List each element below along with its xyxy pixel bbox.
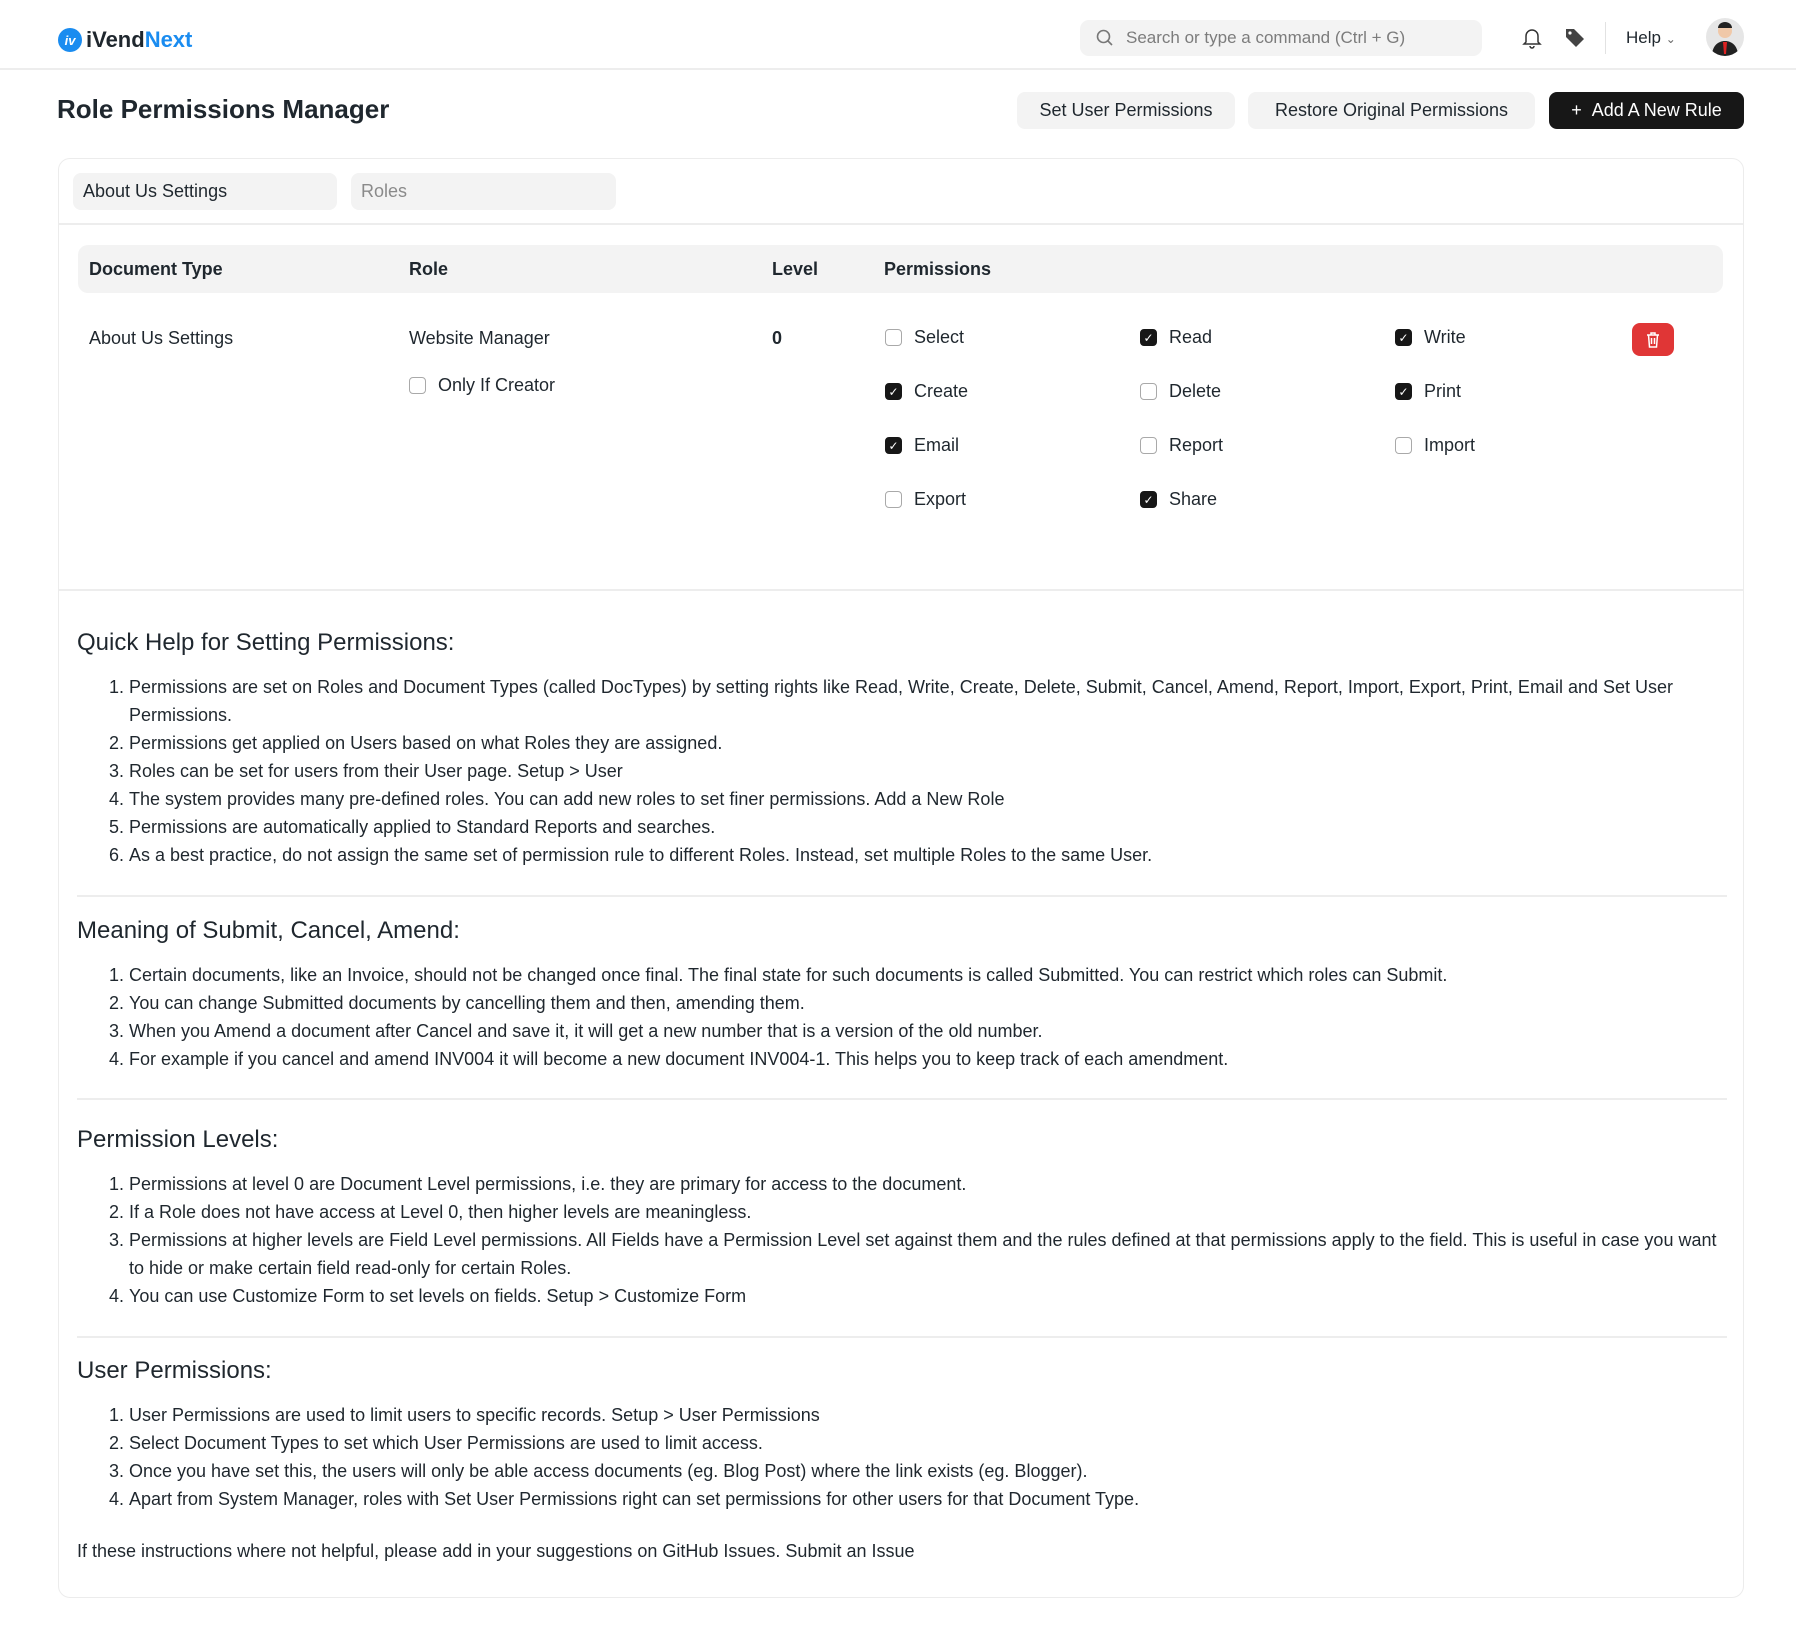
help-item: For example if you cancel and amend INV0… [129,1045,1727,1073]
header-level: Level [772,259,819,279]
permission-write-checkbox[interactable]: ✓ Write [1395,327,1466,348]
help-section-levels: Permission Levels:Permissions at level 0… [77,1126,1727,1310]
checkbox-box[interactable]: ✓ [1395,329,1412,346]
search-input[interactable]: Search or type a command (Ctrl + G) [1080,20,1482,56]
permission-report-checkbox[interactable]: Report [1140,435,1223,456]
divider [77,1098,1727,1100]
level-value: 0 [772,328,783,348]
restore-original-permissions-button[interactable]: Restore Original Permissions [1248,92,1535,129]
set-user-permissions-button[interactable]: Set User Permissions [1017,92,1235,129]
help-item: If a Role does not have access at Level … [129,1198,1727,1226]
role-link[interactable]: Website Manager [409,328,550,349]
help-item: Apart from System Manager, roles with Se… [129,1485,1727,1513]
help-item: Permissions at level 0 are Document Leve… [129,1170,1727,1198]
permission-create-checkbox[interactable]: ✓ Create [885,381,968,402]
permission-select-checkbox[interactable]: Select [885,327,964,348]
table-header: Document Type Role Level Permissions [78,245,1723,293]
help-dropdown[interactable]: Help ⌄ [1626,28,1676,48]
permission-import-checkbox[interactable]: Import [1395,435,1475,456]
header-document-type: Document Type [89,259,223,279]
checkbox-box[interactable] [885,491,902,508]
role-filter[interactable]: Roles [351,173,616,210]
help-item: When you Amend a document after Cancel a… [129,1017,1727,1045]
page-title: Role Permissions Manager [57,94,390,124]
permission-read-checkbox[interactable]: ✓ Read [1140,327,1212,348]
divider [77,895,1727,897]
search-icon [1096,29,1113,46]
help-section-quick: Quick Help for Setting Permissions:Permi… [77,629,1727,869]
permission-export-checkbox[interactable]: Export [885,489,966,510]
brand-logo[interactable]: iv iVend Next [58,27,192,53]
help-item: Permissions are automatically applied to… [129,813,1727,841]
help-item: You can change Submitted documents by ca… [129,989,1727,1017]
help-section-submit: Meaning of Submit, Cancel, Amend:Certain… [77,917,1727,1073]
delete-rule-button[interactable] [1632,323,1674,356]
chevron-down-icon: ⌄ [1665,32,1676,46]
help-item: You can use Customize Form to set levels… [129,1282,1727,1310]
checkbox-box[interactable] [1395,437,1412,454]
checkbox-box[interactable]: ✓ [1140,329,1157,346]
permission-print-checkbox[interactable]: ✓ Print [1395,381,1461,402]
divider [59,223,1743,225]
user-avatar[interactable] [1706,18,1744,56]
checkbox-box[interactable]: ✓ [1395,383,1412,400]
checkbox-box[interactable] [1140,437,1157,454]
checkbox-box[interactable] [409,377,426,394]
bell-icon[interactable] [1522,27,1542,49]
help-list: Permissions are set on Roles and Documen… [77,673,1727,869]
help-item: The system provides many pre-defined rol… [129,785,1727,813]
help-item: Permissions are set on Roles and Documen… [129,673,1727,729]
divider [59,589,1743,591]
permission-share-checkbox[interactable]: ✓ Share [1140,489,1217,510]
trash-icon [1647,331,1659,348]
help-list: Certain documents, like an Invoice, shou… [77,961,1727,1073]
permissions-card: About Us Settings Roles Document Type Ro… [58,158,1744,1598]
tag-icon[interactable] [1564,27,1586,49]
help-item: As a best practice, do not assign the sa… [129,841,1727,869]
checkbox-box[interactable] [885,329,902,346]
divider [1605,22,1606,54]
only-if-creator-checkbox[interactable]: Only If Creator [409,375,555,396]
help-item: Certain documents, like an Invoice, shou… [129,961,1727,989]
checkbox-box[interactable] [1140,383,1157,400]
help-item: User Permissions are used to limit users… [129,1401,1727,1429]
checkbox-box[interactable]: ✓ [885,383,902,400]
document-type-filter[interactable]: About Us Settings [73,173,337,210]
help-list: User Permissions are used to limit users… [77,1401,1727,1513]
help-item: Once you have set this, the users will o… [129,1457,1727,1485]
footer-note: If these instructions where not helpful,… [77,1541,915,1561]
help-item: Permissions get applied on Users based o… [129,729,1727,757]
divider [77,1336,1727,1338]
header-permissions: Permissions [884,259,992,279]
permission-delete-checkbox[interactable]: Delete [1140,381,1221,402]
help-item: Roles can be set for users from their Us… [129,757,1727,785]
help-item: Select Document Types to set which User … [129,1429,1727,1457]
submit-issue-link[interactable]: Submit an Issue [785,1541,914,1561]
checkbox-box[interactable]: ✓ [1140,491,1157,508]
header-role: Role [409,259,449,279]
checkbox-box[interactable]: ✓ [885,437,902,454]
document-type-link[interactable]: About Us Settings [89,328,233,349]
top-navbar: iv iVend Next Search or type a command (C… [0,0,1796,70]
help-item: Permissions at higher levels are Field L… [129,1226,1727,1282]
help-section-user: User Permissions:User Permissions are us… [77,1357,1727,1513]
plus-icon: + [1571,100,1582,120]
add-new-rule-button[interactable]: + Add A New Rule [1549,92,1744,129]
help-list: Permissions at level 0 are Document Leve… [77,1170,1727,1310]
permission-email-checkbox[interactable]: ✓ Email [885,435,959,456]
logo-icon: iv [58,28,82,52]
